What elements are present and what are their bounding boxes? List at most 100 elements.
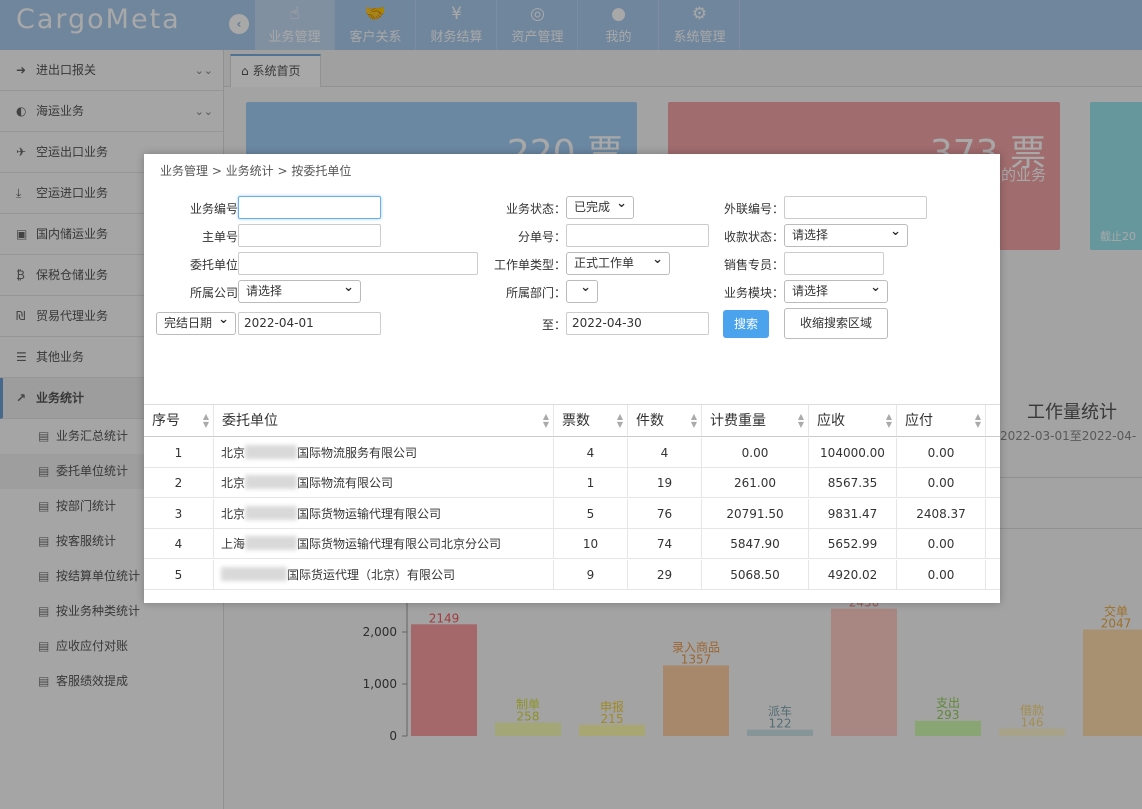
cell-no: 3 [144, 498, 214, 528]
to-label: 至： [541, 318, 566, 332]
client-label: 委托单位： [189, 258, 250, 272]
dept-select[interactable] [566, 277, 598, 303]
ext-no-label: 外联编号： [723, 202, 784, 216]
collect-status-select[interactable]: 请选择 [784, 221, 908, 247]
sort-icon: ▲ ▼ [202, 412, 209, 429]
module-label: 业务模块： [723, 286, 784, 300]
redacted-text [221, 566, 287, 581]
cell-client: 北京 国际物流服务有限公司 [214, 438, 554, 467]
client-prefix: 北京 [221, 446, 246, 460]
cell-weight: 261.00 [702, 468, 809, 498]
cell-client: 北京 国际物流有限公司 [214, 468, 554, 498]
cell-pieces: 74 [628, 529, 702, 559]
main-no-input[interactable] [238, 224, 381, 247]
cell-no: 1 [144, 438, 214, 467]
client-input[interactable] [238, 252, 478, 275]
table-row[interactable]: 3 北京 国际货物运输代理有限公司 5 76 20791.50 9831.47 2408.37 [144, 498, 1000, 529]
main-no-label: 主单号： [201, 230, 250, 244]
table-row[interactable]: 5 国际货运代理（北京）有限公司 9 29 5068.50 4920.02 0.00 [144, 559, 1000, 590]
redacted-text [245, 445, 298, 459]
cell-pieces: 29 [628, 559, 702, 589]
header-pieces[interactable]: 件数 ▲ ▼ [628, 405, 702, 436]
client-suffix: 国际货物运输代理有限公司 [297, 506, 442, 521]
header-tickets[interactable]: 票数 ▲ ▼ [554, 405, 628, 436]
date-from-input[interactable]: 2022-04-01 [238, 312, 381, 335]
ext-no-input[interactable] [784, 196, 927, 219]
sort-icon: ▲ ▼ [542, 412, 549, 429]
cell-client: 北京 国际货物运输代理有限公司 [214, 498, 554, 528]
sales-input[interactable] [784, 252, 884, 275]
cell-tickets: 9 [554, 559, 628, 589]
module-select[interactable]: 请选择 [784, 277, 888, 303]
header-label: 序号 [152, 413, 180, 429]
sort-icon: ▲ ▼ [797, 412, 804, 429]
search-button[interactable]: 搜索 [723, 310, 769, 338]
cell-receivable: 4920.02 [809, 559, 897, 589]
cell-pieces: 76 [628, 498, 702, 528]
table-header: 序号 ▲ ▼ 委托单位 ▲ ▼ 票数 ▲ ▼ 件数 ▲ ▼ 计费重量 ▲ ▼ 应收 ▲ ▼ 应付 ▲ ▼ [144, 404, 1000, 437]
date-type-select[interactable]: 完结日期 [156, 309, 236, 335]
header-payable[interactable]: 应付 ▲ ▼ [897, 405, 986, 436]
cell-receivable: 5652.99 [809, 529, 897, 559]
order-type-label: 工作单类型： [493, 258, 566, 272]
status-label: 业务状态： [505, 202, 566, 216]
client-suffix: 国际物流服务有限公司 [297, 446, 418, 460]
sort-icon: ▲ ▼ [974, 412, 981, 429]
cell-weight: 0.00 [702, 438, 809, 467]
header-label: 委托单位 [222, 413, 278, 429]
cell-receivable: 104000.00 [809, 438, 897, 467]
cell-weight: 5847.90 [702, 529, 809, 559]
redacted-text [245, 505, 298, 520]
cell-tickets: 4 [554, 438, 628, 467]
client-prefix: 上海 [221, 537, 246, 552]
sort-icon: ▲ ▼ [616, 412, 623, 429]
cell-no: 4 [144, 529, 214, 559]
cell-tickets: 5 [554, 498, 628, 528]
biz-no-input[interactable] [238, 196, 381, 219]
header-no[interactable]: 序号 ▲ ▼ [144, 405, 214, 436]
cell-payable: 2408.37 [897, 498, 986, 528]
client-prefix: 北京 [221, 476, 246, 491]
cell-tickets: 10 [554, 529, 628, 559]
header-client[interactable]: 委托单位 ▲ ▼ [214, 405, 554, 436]
status-select[interactable]: 已完成 [566, 193, 634, 219]
cell-payable: 0.00 [897, 559, 986, 589]
header-weight[interactable]: 计费重量 ▲ ▼ [702, 405, 809, 436]
table-row[interactable]: 1 北京 国际物流服务有限公司 4 4 0.00 104000.00 0.00 [144, 438, 1000, 468]
redacted-text [245, 536, 298, 551]
company-select[interactable]: 请选择 [238, 277, 361, 303]
cell-receivable: 9831.47 [809, 498, 897, 528]
cell-payable: 0.00 [897, 529, 986, 559]
cell-client: 国际货运代理（北京）有限公司 [214, 559, 554, 589]
collapse-search-button[interactable]: 收缩搜索区域 [784, 308, 888, 339]
table-row[interactable]: 4 上海 国际货物运输代理有限公司北京分公司 10 74 5847.90 5652.99 0.… [144, 529, 1000, 560]
header-label: 票数 [562, 413, 590, 429]
cell-pieces: 19 [628, 468, 702, 498]
table-row[interactable]: 2 北京 国际物流有限公司 1 19 261.00 8567.35 0.00 [144, 468, 1000, 499]
client-suffix: 国际物流有限公司 [297, 476, 394, 491]
sub-no-label: 分单号： [517, 230, 566, 244]
order-type-select[interactable]: 正式工作单 [566, 249, 670, 275]
header-label: 计费重量 [710, 413, 766, 429]
client-stats-dialog: 业务管理 > 业务统计 > 按委托单位 业务编号： 主单号： 委托单位： 所属公… [144, 154, 1000, 603]
cell-weight: 20791.50 [702, 498, 809, 528]
date-to-input[interactable]: 2022-04-30 [566, 312, 709, 335]
header-label: 应付 [905, 413, 933, 429]
cell-tickets: 1 [554, 468, 628, 498]
sub-no-input[interactable] [566, 224, 709, 247]
header-label: 件数 [636, 413, 664, 429]
sort-icon: ▲ ▼ [690, 412, 697, 429]
cell-no: 2 [144, 468, 214, 498]
dept-label: 所属部门： [505, 286, 566, 300]
redacted-text [245, 475, 298, 490]
header-receivable[interactable]: 应收 ▲ ▼ [809, 405, 897, 436]
header-label: 应收 [817, 413, 845, 429]
sales-label: 销售专员： [723, 258, 784, 272]
client-suffix: 国际货物运输代理有限公司北京分公司 [297, 537, 502, 552]
cell-receivable: 8567.35 [809, 468, 897, 498]
cell-client: 上海 国际货物运输代理有限公司北京分公司 [214, 529, 554, 559]
cell-weight: 5068.50 [702, 559, 809, 589]
cell-pieces: 4 [628, 438, 702, 467]
cell-payable: 0.00 [897, 438, 986, 467]
company-label: 所属公司： [189, 286, 250, 300]
